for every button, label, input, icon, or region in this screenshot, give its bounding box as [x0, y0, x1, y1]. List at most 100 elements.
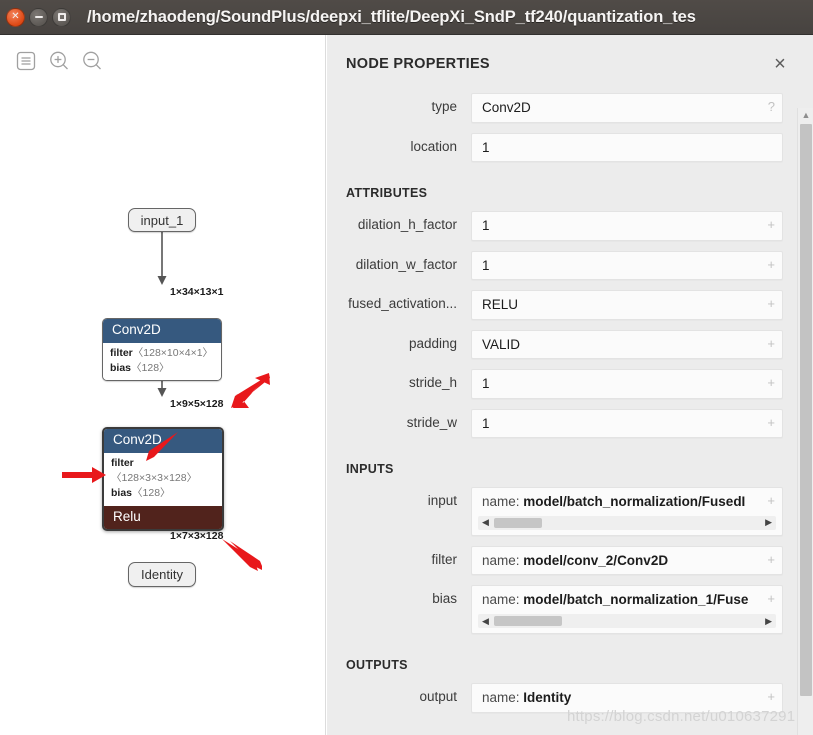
- expand-icon[interactable]: +: [767, 552, 775, 569]
- expand-icon[interactable]: +: [767, 415, 775, 432]
- page-title: NODE PROPERTIES: [346, 56, 490, 72]
- attribute-field[interactable]: RELU +: [471, 290, 783, 320]
- graph-node-title: Conv2D: [104, 429, 222, 453]
- location-field[interactable]: 1: [471, 132, 783, 163]
- graph-node-conv2d-2[interactable]: Conv2D filter 〈128×3×3×128〉 bias〈128〉 Rel…: [102, 427, 224, 532]
- field-row-dilation_h_factor: dilation_h_factor 1 +: [327, 211, 797, 241]
- graph-node-body: filter 〈128×3×3×128〉 bias〈128〉: [104, 452, 222, 506]
- expand-icon[interactable]: +: [767, 591, 775, 608]
- field-label: dilation_w_factor: [355, 256, 457, 272]
- node-attr-shape: 〈128〉: [131, 362, 170, 375]
- scroll-right-icon[interactable]: ▶: [761, 616, 776, 626]
- field-label: fused_activation...: [348, 296, 457, 312]
- type-field[interactable]: Conv2D ?: [471, 93, 783, 123]
- field-text: VALID: [482, 336, 521, 352]
- expand-icon[interactable]: +: [767, 689, 775, 706]
- edge-label-3: 1×7×3×128: [170, 530, 224, 542]
- tensor-name: model/conv_2/Conv2D: [523, 552, 669, 568]
- attribute-field[interactable]: 1 +: [471, 211, 783, 241]
- graph-node-activation: Relu: [104, 505, 222, 530]
- field-row-stride_w: stride_w 1 +: [327, 408, 797, 439]
- graph-node-input_1[interactable]: input_1: [128, 208, 196, 232]
- field-label: input: [427, 493, 457, 509]
- field-row-location: location 1: [327, 132, 797, 163]
- node-properties-panel: NODE PROPERTIES × type Conv2D ? location…: [327, 35, 813, 735]
- input-tensor-field[interactable]: name: model/batch_normalization/FusedI +…: [471, 487, 783, 536]
- section-title-inputs: INPUTS: [346, 462, 394, 477]
- tensor-name: Identity: [523, 690, 572, 706]
- field-text: Conv2D: [482, 100, 531, 115]
- name-prefix: name:: [482, 592, 524, 608]
- scroll-right-icon[interactable]: ▶: [761, 518, 776, 527]
- field-text: 1: [482, 376, 490, 392]
- window-title: /home/zhaodeng/SoundPlus/deepxi_tflite/D…: [87, 7, 696, 26]
- attribute-field[interactable]: VALID +: [471, 329, 783, 360]
- section-title-attributes: ATTRIBUTES: [346, 186, 428, 201]
- field-row-output: output name: Identity +: [327, 683, 797, 713]
- scrollbar-thumb[interactable]: [800, 124, 812, 696]
- field-row-fused_activation: fused_activation... RELU +: [327, 290, 797, 320]
- panel-header: NODE PROPERTIES ×: [327, 35, 813, 93]
- horizontal-scrollbar[interactable]: ◀ ▶: [478, 614, 776, 629]
- graph-node-conv2d-1[interactable]: Conv2D filter〈128×10×4×1〉 bias〈128〉: [102, 318, 222, 382]
- field-label: type: [431, 99, 457, 114]
- graph-node-identity[interactable]: Identity: [128, 562, 196, 587]
- edge-label-1: 1×34×13×1: [170, 286, 224, 298]
- window-controls: ✕: [0, 7, 71, 27]
- field-label: location: [410, 138, 457, 154]
- field-label: stride_w: [406, 414, 457, 430]
- attribute-field[interactable]: 1 +: [471, 250, 783, 281]
- field-text: 1: [482, 257, 490, 273]
- help-icon[interactable]: ?: [768, 99, 775, 116]
- scrollbar-thumb[interactable]: [494, 616, 562, 627]
- horizontal-scrollbar[interactable]: ◀ ▶: [478, 515, 776, 530]
- field-text: 1: [482, 415, 490, 431]
- panel-scroll-area[interactable]: type Conv2D ? location 1 ATTRIBUTES dila…: [327, 93, 797, 735]
- attribute-field[interactable]: 1 +: [471, 369, 783, 399]
- app-window: ✕ /home/zhaodeng/SoundPlus/deepxi_tflite…: [0, 0, 813, 735]
- attribute-field[interactable]: 1 +: [471, 408, 783, 439]
- close-button[interactable]: ✕: [6, 7, 25, 27]
- field-label: padding: [408, 335, 457, 351]
- section-title-outputs: OUTPUTS: [346, 658, 408, 673]
- graph-node-body: filter〈128×10×4×1〉 bias〈128〉: [103, 342, 221, 381]
- expand-icon[interactable]: +: [767, 493, 775, 510]
- graph-node-label: input_1: [140, 212, 184, 228]
- field-row-input: input name: model/batch_normalization/Fu…: [327, 487, 797, 536]
- close-icon[interactable]: ×: [769, 53, 791, 75]
- graph-edges: [157, 232, 167, 529]
- edge-label-2: 1×9×5×128: [170, 398, 224, 410]
- graph-pane[interactable]: input_1 1×34×13×1 Conv2D filter〈128×10×4…: [0, 35, 326, 735]
- output-tensor-field[interactable]: name: Identity +: [471, 683, 783, 713]
- node-attr-shape: 〈128×3×3×128〉: [111, 472, 198, 485]
- title-bar: ✕ /home/zhaodeng/SoundPlus/deepxi_tflite…: [0, 0, 813, 35]
- field-text: name: model/batch_normalization_1/Fuse: [472, 586, 782, 614]
- node-attr-key: filter: [111, 456, 134, 469]
- graph-node-title: Conv2D: [103, 319, 221, 343]
- field-row-padding: padding VALID +: [327, 329, 797, 360]
- scrollbar-thumb[interactable]: [494, 517, 542, 528]
- name-prefix: name:: [482, 552, 524, 568]
- bias-tensor-field[interactable]: name: model/batch_normalization_1/Fuse +…: [471, 585, 783, 635]
- field-text: 1: [482, 139, 490, 155]
- field-label: stride_h: [408, 375, 457, 391]
- field-row-stride_h: stride_h 1 +: [327, 369, 797, 399]
- scroll-left-icon[interactable]: ◀: [478, 518, 493, 527]
- field-row-filter: filter name: model/conv_2/Conv2D +: [327, 545, 797, 576]
- expand-icon[interactable]: +: [767, 296, 775, 313]
- expand-icon[interactable]: +: [767, 375, 775, 392]
- expand-icon[interactable]: +: [767, 217, 775, 234]
- maximize-button[interactable]: [52, 7, 71, 27]
- field-text: RELU: [482, 297, 519, 313]
- panel-vertical-scrollbar[interactable]: ▲ ▼: [797, 108, 813, 735]
- field-text: name: model/conv_2/Conv2D: [472, 547, 782, 575]
- graph-node-label: Identity: [141, 567, 183, 582]
- field-text: name: Identity: [472, 684, 782, 712]
- expand-icon[interactable]: +: [767, 336, 775, 353]
- minimize-button[interactable]: [29, 7, 48, 27]
- scroll-left-icon[interactable]: ◀: [478, 616, 493, 626]
- filter-tensor-field[interactable]: name: model/conv_2/Conv2D +: [471, 545, 783, 576]
- expand-icon[interactable]: +: [767, 257, 775, 274]
- scroll-up-icon[interactable]: ▲: [798, 108, 813, 122]
- field-label: filter: [431, 551, 457, 567]
